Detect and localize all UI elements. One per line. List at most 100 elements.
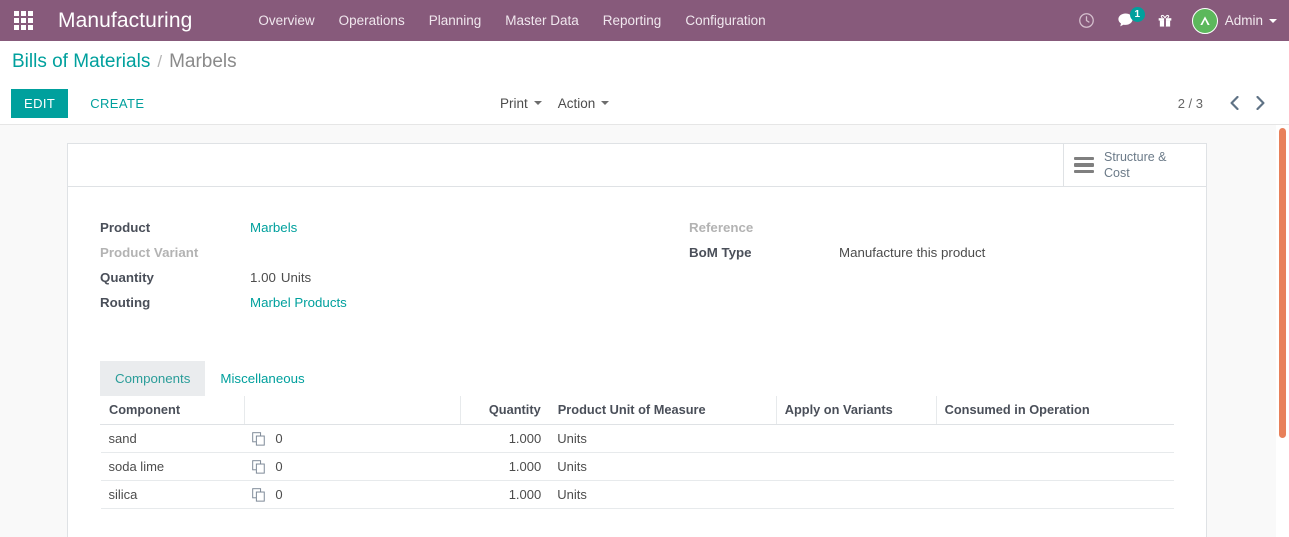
header-variant-count [243,396,461,425]
structure-and-cost-label-line1: Structure & [1104,150,1167,164]
top-navbar: Manufacturing Overview Operations Planni… [0,0,1289,41]
field-routing: Routing Marbel Products [100,292,637,316]
list-lines-icon [1074,156,1094,174]
cell-component[interactable]: soda lime [100,452,245,481]
menu-item-master-data[interactable]: Master Data [493,0,591,41]
chevron-down-icon [601,101,610,105]
cell-variant-count-value: 0 [275,459,283,474]
header-component[interactable]: Component [100,396,245,425]
components-table: Component Quantity Product Unit of Measu… [100,396,1174,509]
cell-variant-count[interactable]: 0 [244,452,461,481]
cell-consumed-in-operation[interactable] [936,424,1174,453]
cell-consumed-in-operation[interactable] [936,452,1174,481]
pager: 2 / 3 [1178,90,1289,116]
user-avatar-icon [1191,7,1218,34]
app-brand-title: Manufacturing [58,8,193,32]
breadcrumb-root-link[interactable]: Bills of Materials [12,51,150,73]
table-header-row: Component Quantity Product Unit of Measu… [100,396,1174,425]
messaging-counter-badge: 1 [1129,7,1145,22]
cell-consumed-in-operation[interactable] [936,480,1174,509]
pager-next-button[interactable] [1249,90,1271,116]
header-product-unit-of-measure[interactable]: Product Unit of Measure [549,396,777,425]
field-bom-type-value[interactable]: Manufacture this product [839,242,985,260]
apps-grid-icon [13,11,33,30]
create-button[interactable]: CREATE [77,89,157,118]
gift-menu-button[interactable] [1146,0,1184,41]
avatar-chevron-glyph [1200,15,1210,25]
tab-miscellaneous[interactable]: Miscellaneous [205,361,319,396]
field-routing-label: Routing [100,295,151,310]
field-product-value[interactable]: Marbels [250,217,297,235]
user-name-label: Admin [1224,13,1263,28]
apps-menu-button[interactable] [0,0,46,41]
chevron-right-icon [1255,96,1264,110]
stat-button-box: Structure & Cost [68,143,1206,187]
notebook: Components Miscellaneous Component Quant… [100,361,1174,509]
pager-value: 2 / 3 [1177,95,1203,111]
cell-component[interactable]: sand [100,424,245,453]
print-dropdown[interactable]: Print [500,96,542,111]
breadcrumb-current-record: Marbels [169,50,237,72]
cell-uom[interactable]: Units [549,452,777,481]
messaging-menu-button[interactable]: 1 [1106,0,1146,41]
table-row[interactable]: soda lime 0 1.000 Units [100,452,1174,481]
chevron-down-icon [1269,18,1277,23]
field-quantity-value[interactable]: 1.00 [250,270,276,285]
gift-icon [1158,14,1172,27]
action-dropdown[interactable]: Action [558,96,610,111]
table-row[interactable]: sand 0 1.000 Units [100,424,1174,453]
vertical-scrollbar-thumb[interactable] [1279,128,1286,438]
header-consumed-in-operation[interactable]: Consumed in Operation [935,396,1174,425]
cell-apply-on-variants[interactable] [776,452,937,481]
vertical-scrollbar-track[interactable] [1276,125,1289,537]
structure-and-cost-button[interactable]: Structure & Cost [1063,144,1206,186]
field-quantity-unit: Units [280,270,312,285]
cell-uom[interactable]: Units [549,480,777,509]
field-product-variant-label: Product Variant [100,245,199,260]
menu-item-planning[interactable]: Planning [417,0,494,41]
cell-quantity[interactable]: 1.000 [460,424,550,453]
form-column-right: Reference BoM Type Manufacture this prod… [637,217,1174,317]
field-reference: Reference [689,217,1174,241]
components-table-body: sand 0 1.000 Units soda lime 0 1.000 Uni… [100,424,1174,509]
user-menu-button[interactable]: Admin [1184,7,1277,34]
systray: 1 Admin [1068,0,1289,41]
cell-variant-count-value: 0 [275,487,283,502]
header-quantity[interactable]: Quantity [459,396,550,425]
cell-variant-count[interactable]: 0 [244,424,461,453]
field-product-variant: Product Variant [100,242,637,266]
menu-item-operations[interactable]: Operations [327,0,417,41]
field-bom-type-label: BoM Type [689,245,752,260]
cell-apply-on-variants[interactable] [776,424,937,453]
menu-item-overview[interactable]: Overview [246,0,326,41]
copy-documents-icon [252,459,266,474]
cell-quantity[interactable]: 1.000 [460,480,550,509]
cell-variant-count-value: 0 [275,431,283,446]
control-panel: EDIT CREATE Print Action 2 / 3 [0,82,1289,124]
components-table-head: Component Quantity Product Unit of Measu… [100,396,1174,425]
field-product: Product Marbels [100,217,637,241]
header-apply-on-variants[interactable]: Apply on Variants [775,396,937,425]
chevron-down-icon [533,101,542,105]
menu-item-configuration[interactable]: Configuration [673,0,777,41]
chevron-left-icon [1230,96,1239,110]
edit-button[interactable]: EDIT [11,88,69,118]
cell-variant-count[interactable]: 0 [244,480,461,509]
action-dropdown-label: Action [557,95,596,111]
copy-documents-icon [252,487,266,502]
activity-menu-button[interactable] [1068,0,1106,41]
field-routing-value[interactable]: Marbel Products [250,292,347,310]
form-column-left: Product Marbels Product Variant Quantity… [100,217,637,317]
cell-component[interactable]: silica [100,480,245,509]
field-quantity-label: Quantity [100,270,154,285]
cell-apply-on-variants[interactable] [776,480,937,509]
menu-item-reporting[interactable]: Reporting [591,0,674,41]
cell-quantity[interactable]: 1.000 [460,452,550,481]
pager-previous-button[interactable] [1223,90,1245,116]
table-row[interactable]: silica 0 1.000 Units [100,480,1174,509]
field-bom-type: BoM Type Manufacture this product [689,242,1174,266]
copy-documents-icon [252,431,266,446]
cell-uom[interactable]: Units [549,424,777,453]
tab-components[interactable]: Components [100,361,206,396]
form-view-area: Structure & Cost Product Marbels Product… [0,124,1289,537]
